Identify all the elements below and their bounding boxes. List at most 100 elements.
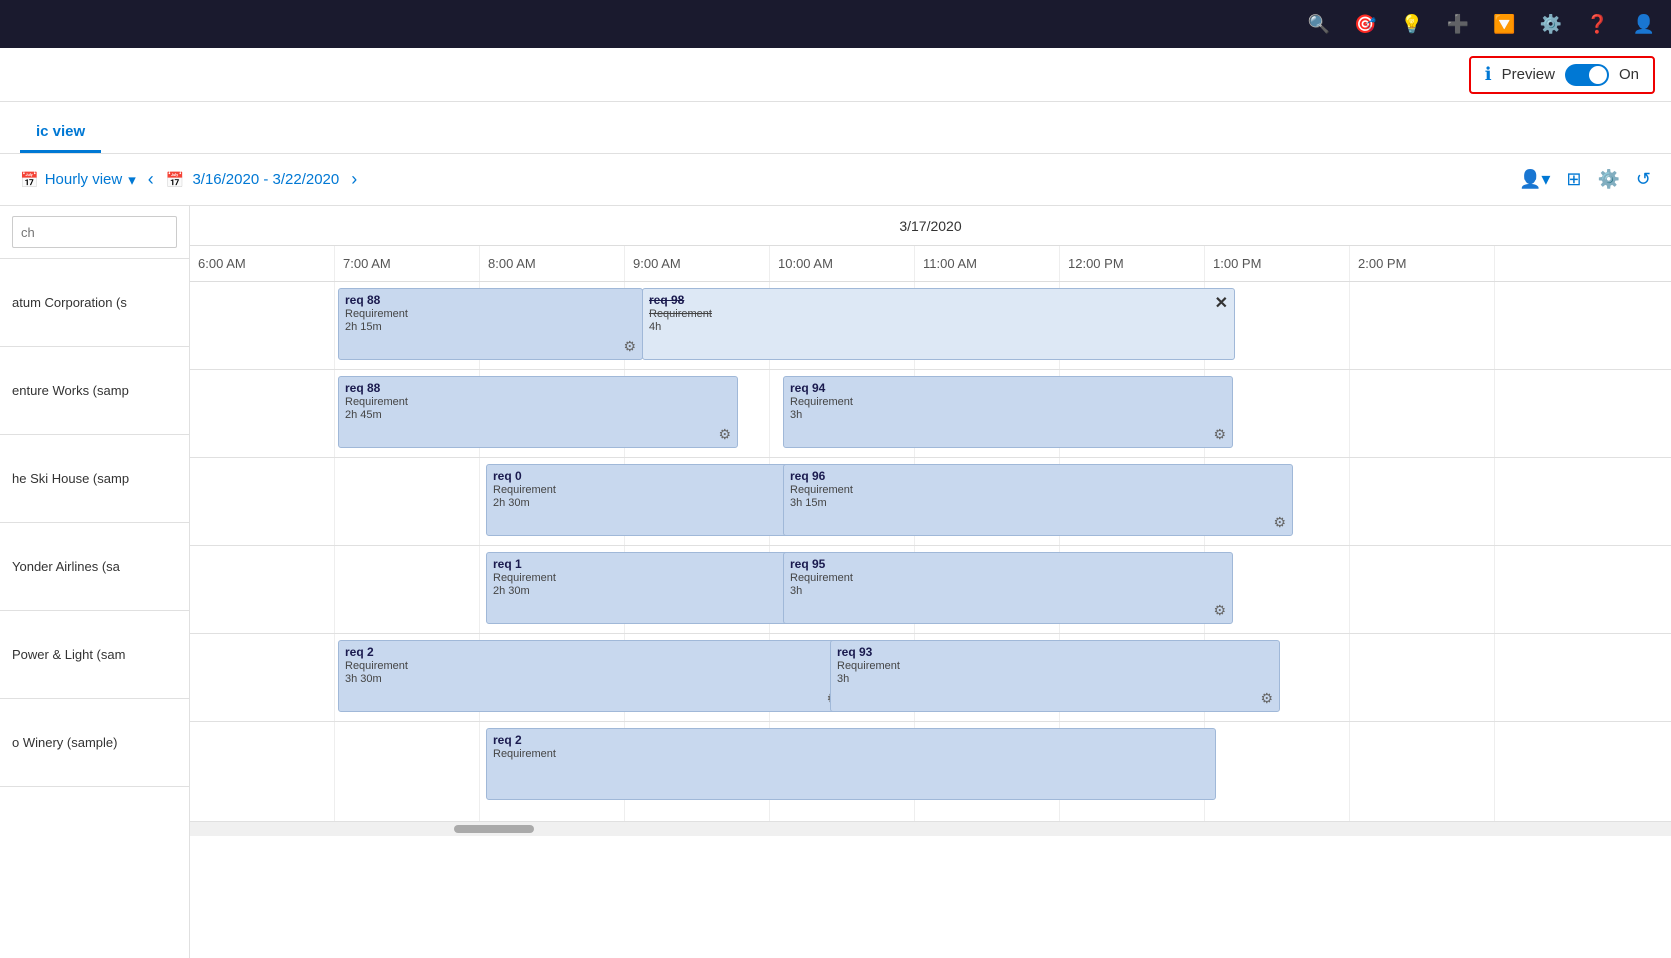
time-cell-1: 7:00 AM bbox=[335, 246, 480, 281]
list-item[interactable]: Yonder Airlines (sa bbox=[0, 523, 189, 611]
list-item[interactable]: Power & Light (sam bbox=[0, 611, 189, 699]
calendar-icon: 📅 bbox=[166, 171, 185, 189]
cal-cell bbox=[1350, 370, 1495, 457]
event-block-req2-r4[interactable]: req 2 Requirement 3h 30m ⚙ bbox=[338, 640, 846, 712]
tab-board-view[interactable]: ic view bbox=[20, 113, 101, 153]
event-title: req 93 bbox=[837, 645, 1273, 659]
event-duration: 2h 30m bbox=[493, 497, 827, 509]
list-item[interactable]: enture Works (samp bbox=[0, 347, 189, 435]
event-type: Requirement bbox=[649, 308, 1228, 320]
event-title: req 0 bbox=[493, 469, 827, 483]
event-title: req 1 bbox=[493, 557, 827, 571]
resource-name: Yonder Airlines (sa bbox=[12, 559, 120, 574]
event-title: req 2 bbox=[493, 733, 1209, 747]
table-row: req 88 Requirement 2h 15m ⚙ req 98 Requi… bbox=[190, 282, 1671, 370]
requirement-icon: ⚙ bbox=[1273, 514, 1286, 531]
cal-cell bbox=[1350, 634, 1495, 721]
chevron-down-icon: ▾ bbox=[128, 171, 136, 189]
cal-cell bbox=[1205, 722, 1350, 821]
close-icon[interactable]: ✕ bbox=[1215, 293, 1228, 313]
table-row: req 2 Requirement 3h 30m ⚙ req 93 Requir… bbox=[190, 634, 1671, 722]
event-block-req88-r1[interactable]: req 88 Requirement 2h 45m ⚙ bbox=[338, 376, 738, 448]
top-nav-bar: 🔍 🎯 💡 ➕ 🔽 ⚙️ ❓ 👤 bbox=[0, 0, 1671, 48]
event-title: req 96 bbox=[790, 469, 1286, 483]
event-block-req88-r0[interactable]: req 88 Requirement 2h 15m ⚙ bbox=[338, 288, 643, 360]
time-cell-6: 12:00 PM bbox=[1060, 246, 1205, 281]
table-row: req 2 Requirement bbox=[190, 722, 1671, 822]
preview-info-icon[interactable]: ℹ bbox=[1485, 64, 1492, 85]
event-block-req96-r2[interactable]: req 96 Requirement 3h 15m ⚙ bbox=[783, 464, 1293, 536]
event-block-req2-r5[interactable]: req 2 Requirement bbox=[486, 728, 1216, 800]
filter-icon[interactable]: 🔽 bbox=[1493, 14, 1515, 35]
event-block-req94-r1[interactable]: req 94 Requirement 3h ⚙ bbox=[783, 376, 1233, 448]
event-type: Requirement bbox=[493, 572, 827, 584]
event-block-req93-r4[interactable]: req 93 Requirement 3h ⚙ bbox=[830, 640, 1280, 712]
horizontal-scrollbar[interactable] bbox=[190, 822, 1671, 836]
event-title: req 98 bbox=[649, 293, 1228, 307]
event-duration: 3h bbox=[837, 673, 1273, 685]
search-input[interactable] bbox=[12, 216, 177, 248]
event-block-req0-r2[interactable]: req 0 Requirement 2h 30m ⚙ bbox=[486, 464, 834, 536]
time-cell-2: 8:00 AM bbox=[480, 246, 625, 281]
sub-header: ic view bbox=[0, 102, 1671, 154]
event-duration: 2h 45m bbox=[345, 409, 731, 421]
event-title: req 95 bbox=[790, 557, 1226, 571]
refresh-icon[interactable]: ↺ bbox=[1636, 169, 1651, 190]
event-title: req 94 bbox=[790, 381, 1226, 395]
target-icon[interactable]: 🎯 bbox=[1354, 14, 1376, 35]
resource-list: atum Corporation (s enture Works (samp h… bbox=[0, 259, 189, 958]
requirement-icon: ⚙ bbox=[1260, 690, 1273, 707]
resource-name: o Winery (sample) bbox=[12, 735, 117, 750]
event-block-req95-r3[interactable]: req 95 Requirement 3h ⚙ bbox=[783, 552, 1233, 624]
cal-cell bbox=[190, 546, 335, 633]
lightbulb-icon[interactable]: 💡 bbox=[1400, 14, 1422, 35]
event-type: Requirement bbox=[345, 308, 636, 320]
event-type: Requirement bbox=[345, 660, 839, 672]
add-icon[interactable]: ➕ bbox=[1447, 14, 1469, 35]
cal-cell bbox=[335, 458, 480, 545]
event-duration: 3h bbox=[790, 585, 1226, 597]
cal-cell bbox=[1350, 282, 1495, 369]
hourly-view-button[interactable]: 📅 Hourly view ▾ bbox=[20, 171, 136, 189]
toolbar-right: 👤▾ ⊞ ⚙️ ↺ bbox=[1519, 169, 1651, 190]
resource-name: enture Works (samp bbox=[12, 383, 129, 398]
search-box bbox=[0, 206, 189, 259]
event-block-req1-r3[interactable]: req 1 Requirement 2h 30m ⚙ bbox=[486, 552, 834, 624]
cal-cell bbox=[1350, 546, 1495, 633]
cal-cell bbox=[335, 722, 480, 821]
gear-icon[interactable]: ⚙️ bbox=[1597, 169, 1619, 190]
resources-icon[interactable]: 👤▾ bbox=[1519, 169, 1550, 190]
cal-cell bbox=[335, 546, 480, 633]
help-icon[interactable]: ❓ bbox=[1586, 14, 1608, 35]
calendar-body: req 88 Requirement 2h 15m ⚙ req 98 Requi… bbox=[190, 282, 1671, 822]
resource-name: atum Corporation (s bbox=[12, 295, 127, 310]
preview-on-label: On bbox=[1619, 66, 1639, 83]
table-view-icon[interactable]: ⊞ bbox=[1566, 169, 1581, 190]
prev-arrow[interactable]: ‹ bbox=[144, 165, 158, 194]
list-item[interactable]: atum Corporation (s bbox=[0, 259, 189, 347]
cal-cell bbox=[1350, 458, 1495, 545]
event-type: Requirement bbox=[790, 396, 1226, 408]
user-icon[interactable]: 👤 bbox=[1633, 14, 1655, 35]
search-icon[interactable]: 🔍 bbox=[1308, 14, 1330, 35]
table-row: req 88 Requirement 2h 45m ⚙ req 94 Requi… bbox=[190, 370, 1671, 458]
event-type: Requirement bbox=[837, 660, 1273, 672]
scrollbar-thumb[interactable] bbox=[454, 825, 534, 833]
event-block-req98-r0[interactable]: req 98 Requirement 4h ✕ bbox=[642, 288, 1235, 360]
event-type: Requirement bbox=[493, 748, 1209, 760]
next-arrow[interactable]: › bbox=[347, 165, 361, 194]
requirement-icon: ⚙ bbox=[1213, 426, 1226, 443]
list-item[interactable]: he Ski House (samp bbox=[0, 435, 189, 523]
preview-toggle-box: ℹ Preview On bbox=[1469, 56, 1655, 94]
settings-icon[interactable]: ⚙️ bbox=[1540, 14, 1562, 35]
time-cell-3: 9:00 AM bbox=[625, 246, 770, 281]
cal-cell bbox=[190, 282, 335, 369]
resource-name: he Ski House (samp bbox=[12, 471, 129, 486]
date-range-label: 3/16/2020 - 3/22/2020 bbox=[192, 171, 339, 188]
cal-cell bbox=[190, 634, 335, 721]
event-type: Requirement bbox=[493, 484, 827, 496]
cal-cell bbox=[190, 722, 335, 821]
list-item[interactable]: o Winery (sample) bbox=[0, 699, 189, 787]
preview-toggle[interactable] bbox=[1565, 64, 1609, 86]
cal-cell bbox=[190, 458, 335, 545]
